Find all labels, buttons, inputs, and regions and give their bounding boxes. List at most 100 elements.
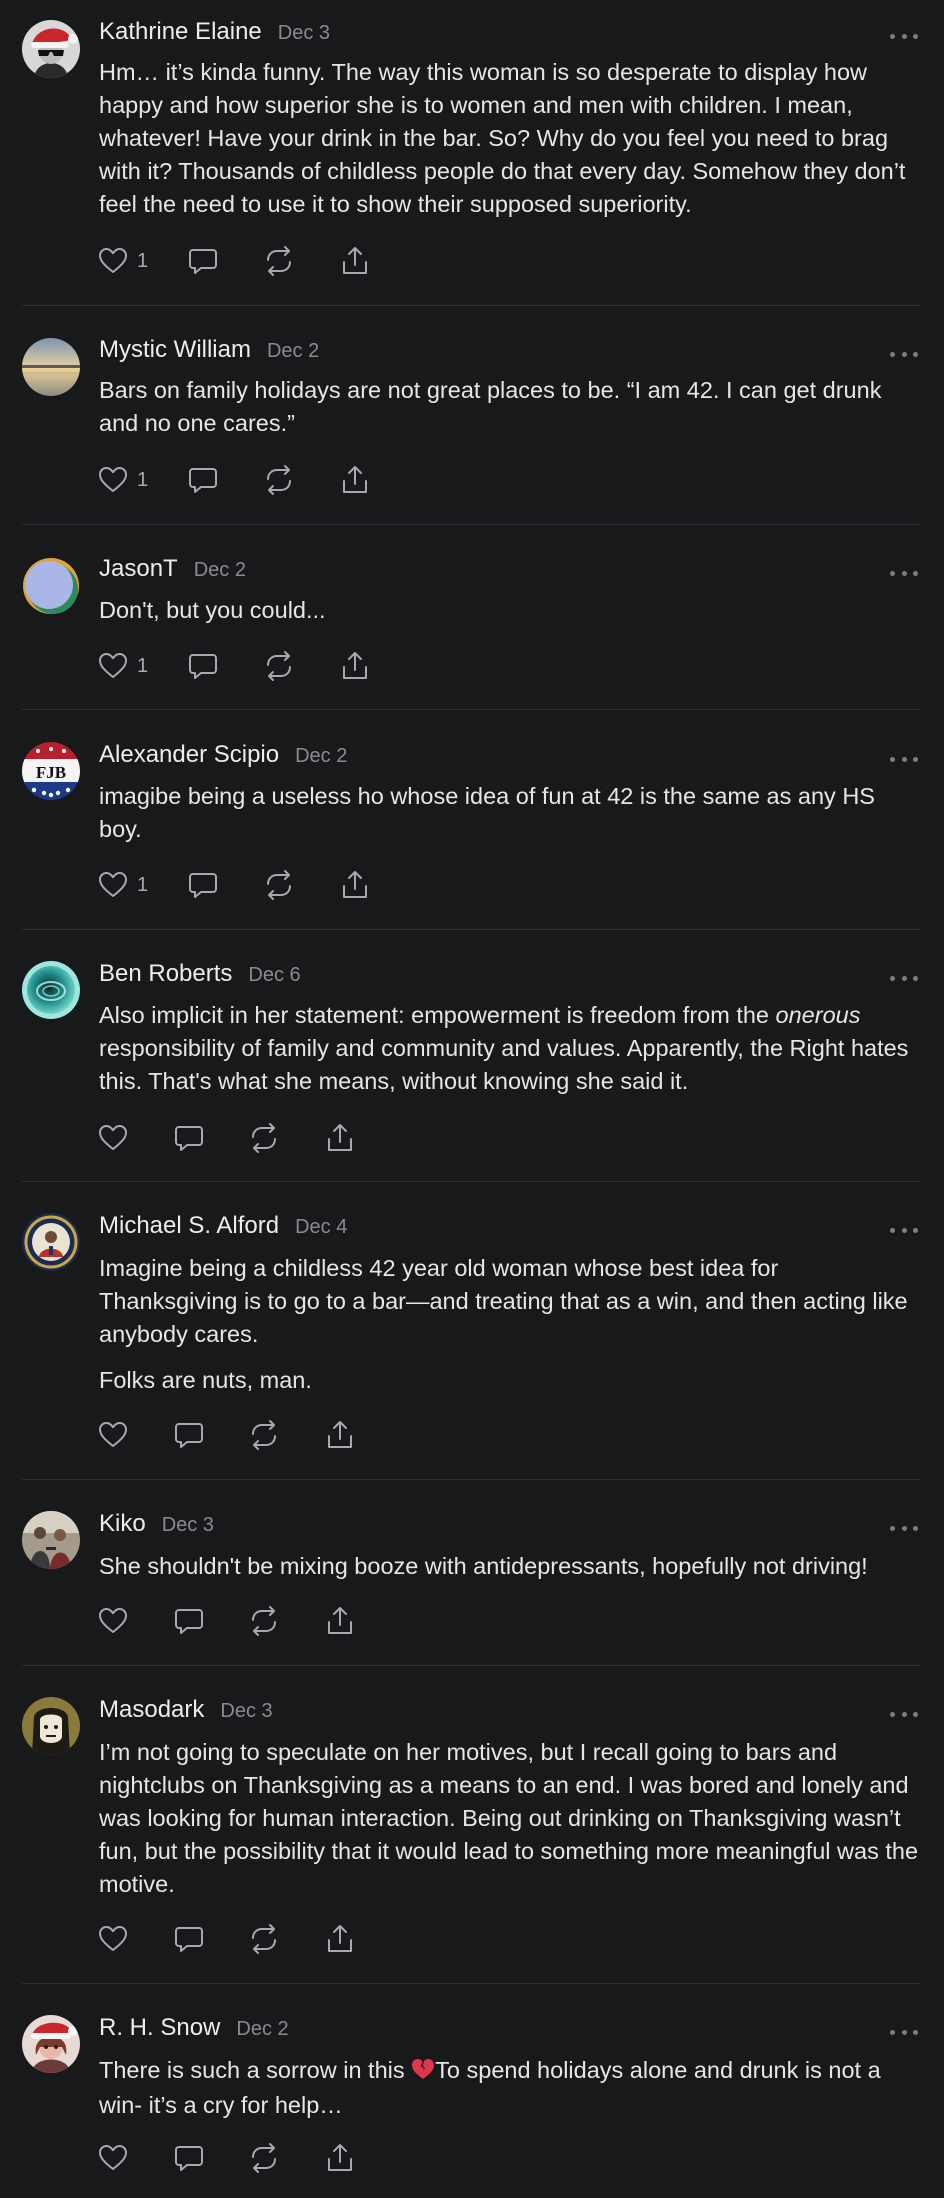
broken-heart-icon <box>411 2056 435 2089</box>
more-dots-icon[interactable] <box>890 1522 918 1534</box>
author-name[interactable]: Alexander Scipio <box>99 741 279 769</box>
avatar[interactable] <box>22 1511 80 1569</box>
comment-text: She shouldn't be mixing booze with antid… <box>99 1553 868 1579</box>
comment-text: Hm… it’s kinda funny. The way this woman… <box>99 59 906 217</box>
restack-button[interactable] <box>248 1121 280 1155</box>
comment-header: Ben Roberts Dec 6 <box>99 960 301 994</box>
like-button[interactable]: 1 <box>97 868 148 902</box>
author-name[interactable]: Kathrine Elaine <box>99 18 262 46</box>
share-button[interactable] <box>339 868 371 902</box>
avatar[interactable] <box>22 1213 80 1271</box>
author-name[interactable]: Michael S. Alford <box>99 1212 279 1240</box>
comment-header: Kiko Dec 3 <box>99 1510 214 1544</box>
avatar[interactable] <box>22 1697 80 1755</box>
like-button[interactable]: 1 <box>97 649 148 683</box>
like-button[interactable]: 1 <box>97 463 148 497</box>
reply-button[interactable] <box>187 244 219 278</box>
avatar[interactable]: FJB <box>22 742 80 800</box>
restack-button[interactable] <box>263 244 295 278</box>
comment-text: I’m not going to speculate on her motive… <box>99 1739 919 1897</box>
restack-button[interactable] <box>248 2141 280 2175</box>
reply-button[interactable] <box>187 868 219 902</box>
like-count: 1 <box>137 468 149 491</box>
share-icon <box>328 1925 352 1952</box>
comment-text: Don't, but you could... <box>99 597 326 623</box>
more-dots-icon[interactable] <box>890 972 918 984</box>
restack-button[interactable] <box>248 1604 280 1638</box>
restack-button[interactable] <box>263 649 295 683</box>
author-name[interactable]: R. H. Snow <box>99 2014 220 2042</box>
author-name[interactable]: Mystic William <box>99 336 251 364</box>
more-dots-icon[interactable] <box>890 567 918 579</box>
comment-date[interactable]: Dec 3 <box>220 1700 272 1723</box>
reply-button[interactable] <box>173 1121 205 1155</box>
more-dots-icon[interactable] <box>890 348 918 360</box>
comment-date[interactable]: Dec 3 <box>162 1514 214 1537</box>
reply-button[interactable] <box>173 1922 205 1956</box>
reply-button[interactable] <box>187 649 219 683</box>
author-name[interactable]: JasonT <box>99 555 178 583</box>
fjb-badge-icon: FJB <box>22 742 80 800</box>
comment-bubble-icon <box>175 1927 203 1952</box>
share-button[interactable] <box>339 649 371 683</box>
comment-bubble-icon <box>189 873 217 898</box>
avatar[interactable] <box>22 338 80 396</box>
comment-date[interactable]: Dec 6 <box>248 964 300 987</box>
share-button[interactable] <box>324 2141 356 2175</box>
comment-bubble-icon <box>189 654 217 679</box>
comment-date[interactable]: Dec 2 <box>194 559 246 582</box>
more-dots-icon[interactable] <box>890 2026 918 2038</box>
more-dots-icon[interactable] <box>890 1224 918 1236</box>
comment-body: imagibe being a useless ho whose idea of… <box>99 780 921 846</box>
comment-text: There is such a sorrow in this To spend … <box>99 2054 921 2122</box>
reply-button[interactable] <box>173 1604 205 1638</box>
reply-button[interactable] <box>173 2141 205 2175</box>
comment-date[interactable]: Dec 2 <box>295 745 347 768</box>
share-button[interactable] <box>324 1922 356 1956</box>
comment-body: Bars on family holidays are not great pl… <box>99 374 921 440</box>
like-button[interactable] <box>97 1922 129 1956</box>
comment-divider <box>22 709 920 710</box>
restack-arrows-icon <box>267 465 291 495</box>
like-button[interactable] <box>97 2141 129 2175</box>
comment-header: Michael S. Alford Dec 4 <box>99 1212 347 1246</box>
comment-text: imagibe being a useless ho whose idea of… <box>99 783 875 842</box>
restack-arrows-icon <box>267 870 291 900</box>
restack-button[interactable] <box>248 1922 280 1956</box>
avatar[interactable] <box>22 557 80 615</box>
share-button[interactable] <box>324 1121 356 1155</box>
author-name[interactable]: Ben Roberts <box>99 960 232 988</box>
reply-button[interactable] <box>187 463 219 497</box>
avatar[interactable] <box>22 961 80 1019</box>
like-button[interactable] <box>97 1121 129 1155</box>
share-button[interactable] <box>324 1604 356 1638</box>
restack-button[interactable] <box>263 463 295 497</box>
comment-date[interactable]: Dec 2 <box>236 2018 288 2041</box>
comment-bubble-icon <box>189 468 217 493</box>
comment-body: Hm… it’s kinda funny. The way this woman… <box>99 56 921 221</box>
comment-date[interactable]: Dec 3 <box>278 22 330 45</box>
author-name[interactable]: Masodark <box>99 1696 204 1724</box>
share-button[interactable] <box>339 244 371 278</box>
like-button[interactable] <box>97 1418 129 1452</box>
share-button[interactable] <box>339 463 371 497</box>
comment-divider <box>22 1479 920 1480</box>
comment-date[interactable]: Dec 4 <box>295 1216 347 1239</box>
comment-text: Also implicit in her statement: empowerm… <box>99 999 921 1098</box>
share-button[interactable] <box>324 1418 356 1452</box>
like-button[interactable]: 1 <box>97 244 148 278</box>
author-name[interactable]: Kiko <box>99 1510 146 1538</box>
more-dots-icon[interactable] <box>890 1708 918 1720</box>
avatar[interactable] <box>22 2015 80 2073</box>
like-button[interactable] <box>97 1604 129 1638</box>
sunset-lake-icon <box>22 338 80 396</box>
comment-bubble-icon <box>175 1609 203 1634</box>
avatar[interactable] <box>22 20 80 78</box>
more-dots-icon[interactable] <box>890 753 918 765</box>
restack-button[interactable] <box>248 1418 280 1452</box>
restack-button[interactable] <box>263 868 295 902</box>
reply-button[interactable] <box>173 1418 205 1452</box>
comment-text: Bars on family holidays are not great pl… <box>99 377 882 436</box>
more-dots-icon[interactable] <box>890 30 918 42</box>
comment-date[interactable]: Dec 2 <box>267 340 319 363</box>
